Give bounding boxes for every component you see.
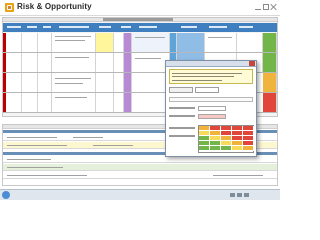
- owner-field[interactable]: [169, 97, 253, 102]
- table-row[interactable]: [3, 156, 277, 163]
- start-orb-icon[interactable]: [2, 191, 10, 199]
- risk-heat-map[interactable]: [198, 125, 254, 153]
- logo-icon: [5, 3, 14, 12]
- table-row[interactable]: [3, 33, 277, 53]
- minimize-icon[interactable]: [255, 4, 261, 10]
- sheet-title-bar: [3, 18, 277, 22]
- dialog-close-icon[interactable]: [249, 61, 255, 66]
- tab-assessment[interactable]: [169, 87, 193, 93]
- table-row[interactable]: [3, 172, 277, 179]
- taskbar: [0, 189, 280, 200]
- app-header: Risk & Opportunity: [0, 0, 280, 16]
- field-label: [169, 135, 195, 137]
- risk-description-box: [169, 69, 253, 84]
- field-label: [169, 107, 195, 109]
- tab-mitigation[interactable]: [195, 87, 219, 93]
- volume-icon[interactable]: [237, 193, 242, 197]
- impact-input[interactable]: [198, 114, 226, 119]
- dialog-title-bar[interactable]: [166, 61, 256, 67]
- field-label: [169, 115, 195, 117]
- probability-input[interactable]: [198, 106, 226, 111]
- close-icon[interactable]: [271, 4, 277, 10]
- flag-icon[interactable]: [244, 193, 249, 197]
- app-title: Risk & Opportunity: [17, 2, 92, 11]
- column-header-row: [3, 23, 277, 32]
- table-row[interactable]: [3, 164, 277, 171]
- window-controls: [255, 4, 277, 11]
- network-icon[interactable]: [230, 193, 235, 197]
- field-label: [169, 127, 195, 129]
- maximize-icon[interactable]: [263, 4, 269, 10]
- risk-detail-dialog[interactable]: [165, 60, 257, 157]
